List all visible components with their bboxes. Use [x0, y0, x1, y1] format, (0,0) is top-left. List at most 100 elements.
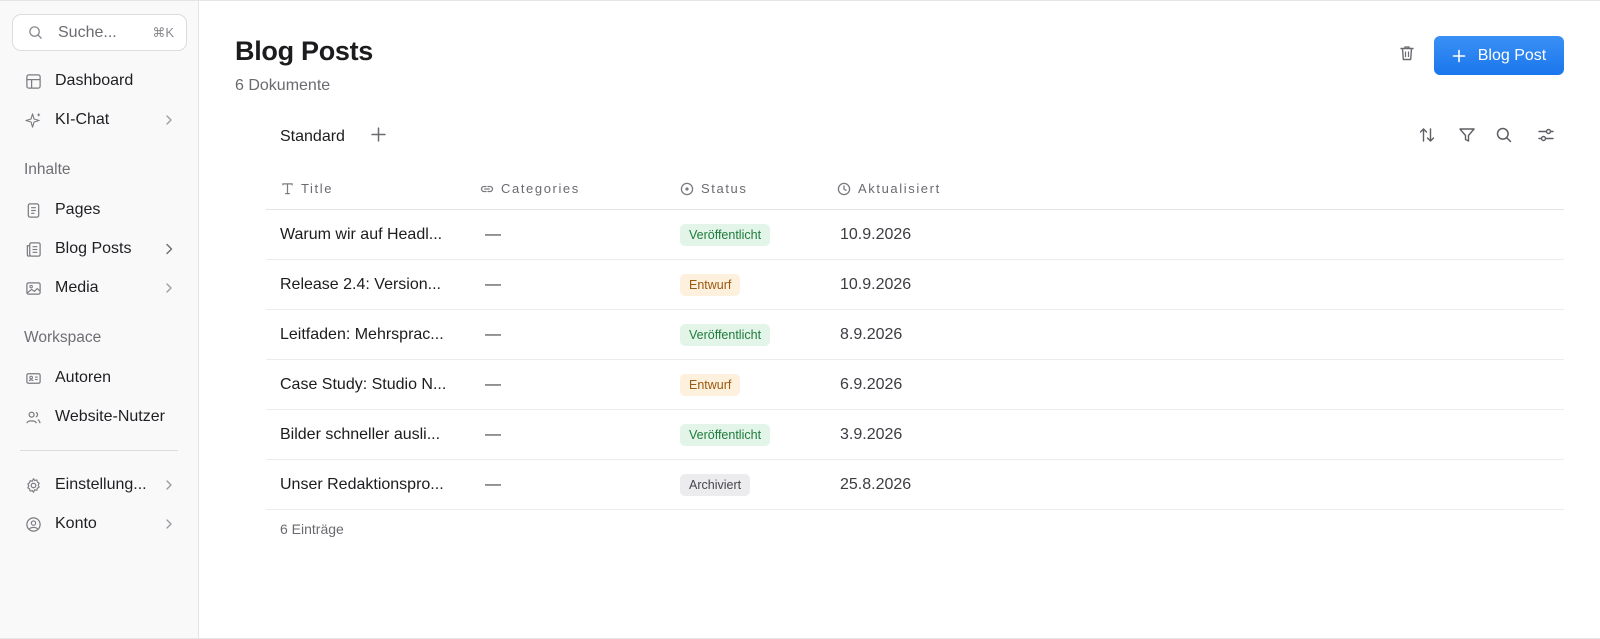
column-header-title[interactable]: Title — [280, 181, 333, 196]
cell-status: Veröffentlicht — [680, 310, 771, 359]
cell-categories: — — [485, 425, 501, 443]
filter-button[interactable] — [1457, 127, 1477, 147]
cell-status: Veröffentlicht — [680, 210, 771, 259]
sidebar: Suche... ⌘K Dashboard KI-Chat Inhalte Pa… — [0, 1, 199, 638]
sidebar-item-website-nutzer[interactable]: Website-Nutzer — [12, 400, 187, 434]
cell-status: Entwurf — [680, 260, 741, 309]
cell-status: Entwurf — [680, 360, 741, 409]
table-row[interactable]: Warum wir auf Headl... — Veröffentlicht … — [266, 210, 1564, 260]
users-icon — [24, 408, 42, 426]
column-header-label: Categories — [501, 181, 580, 196]
sidebar-item-label: Blog Posts — [55, 240, 132, 257]
sidebar-item-konto[interactable]: Konto — [12, 507, 187, 541]
column-header-aktualisiert[interactable]: Aktualisiert — [837, 181, 941, 196]
plus-icon — [1452, 49, 1466, 63]
sparkle-icon — [24, 111, 42, 129]
sidebar-divider — [20, 450, 178, 451]
add-view-button[interactable] — [369, 127, 387, 147]
sliders-icon — [1537, 126, 1555, 149]
cell-title: Warum wir auf Headl... — [280, 225, 443, 243]
add-blog-post-button[interactable]: Blog Post — [1434, 36, 1564, 75]
sidebar-section-inhalte: Inhalte — [24, 161, 71, 178]
page-title: Blog Posts — [235, 36, 374, 66]
cell-title: Case Study: Studio N... — [280, 375, 447, 393]
column-header-status[interactable]: Status — [680, 181, 747, 196]
cell-categories: — — [485, 375, 501, 393]
sidebar-item-label: KI-Chat — [55, 111, 110, 128]
sidebar-item-label: Einstellung... — [55, 476, 147, 493]
cell-status: Archiviert — [680, 460, 751, 509]
user-circle-icon — [24, 515, 42, 533]
cell-title: Leitfaden: Mehrsprac... — [280, 325, 444, 343]
cell-categories: — — [485, 475, 501, 493]
cell-updated: 25.8.2026 — [840, 475, 912, 493]
sidebar-item-pages[interactable]: Pages — [12, 193, 187, 227]
status-badge: Veröffentlicht — [680, 223, 771, 246]
search-placeholder: Suche... — [58, 23, 117, 41]
dashboard-icon — [24, 72, 42, 90]
sidebar-item-dashboard[interactable]: Dashboard — [12, 64, 187, 98]
sidebar-item-blog-posts[interactable]: Blog Posts — [12, 232, 187, 266]
entry-count: 6 Einträge — [280, 521, 344, 537]
cell-title: Bilder schneller ausli... — [280, 425, 441, 443]
cell-updated: 6.9.2026 — [840, 375, 903, 393]
search-icon — [27, 25, 43, 41]
chevron-right-icon — [163, 282, 175, 294]
cell-updated: 3.9.2026 — [840, 425, 903, 443]
status-badge: Entwurf — [680, 373, 741, 396]
table-row[interactable]: Bilder schneller ausli... — Veröffentlic… — [266, 410, 1564, 460]
top-border — [0, 0, 1600, 1]
plus-icon — [370, 127, 386, 147]
blog-icon — [24, 240, 42, 258]
image-icon — [24, 279, 42, 297]
table-search-button[interactable] — [1494, 127, 1514, 147]
cell-categories: — — [485, 325, 501, 343]
chevron-right-icon — [163, 518, 175, 530]
blog-posts-table: Title Categories Status Aktualisiert War… — [266, 168, 1564, 510]
search-shortcut: ⌘K — [152, 24, 174, 40]
column-header-label: Status — [701, 181, 748, 196]
sidebar-item-einstellungen[interactable]: Einstellung... — [12, 468, 187, 502]
cell-categories: — — [485, 225, 501, 243]
chevron-right-icon — [163, 479, 175, 491]
status-badge: Entwurf — [680, 273, 741, 296]
document-count: 6 Dokumente — [235, 77, 331, 94]
search-icon — [1495, 126, 1513, 149]
sidebar-item-label: Media — [55, 279, 99, 296]
sort-button[interactable] — [1417, 127, 1437, 147]
view-settings-button[interactable] — [1536, 127, 1556, 147]
sort-icon — [1418, 126, 1436, 149]
table-row[interactable]: Leitfaden: Mehrsprac... — Veröffentlicht… — [266, 310, 1564, 360]
cell-categories: — — [485, 275, 501, 293]
search-input[interactable]: Suche... ⌘K — [12, 14, 187, 51]
trash-icon — [1398, 44, 1416, 67]
delete-button[interactable] — [1396, 44, 1418, 66]
filter-icon — [1458, 126, 1476, 149]
cell-title: Release 2.4: Version... — [280, 275, 441, 293]
cell-updated: 10.9.2026 — [840, 275, 912, 293]
sidebar-item-autoren[interactable]: Autoren — [12, 361, 187, 395]
cell-title: Unser Redaktionspro... — [280, 475, 444, 493]
sidebar-item-label: Pages — [55, 201, 101, 218]
clock-icon — [837, 182, 851, 196]
tab-standard[interactable]: Standard — [280, 128, 345, 146]
column-header-label: Aktualisiert — [858, 181, 941, 196]
cell-status: Veröffentlicht — [680, 410, 771, 459]
table-row[interactable]: Release 2.4: Version... — Entwurf 10.9.2… — [266, 260, 1564, 310]
table-row[interactable]: Case Study: Studio N... — Entwurf 6.9.20… — [266, 360, 1564, 410]
link-icon — [480, 182, 494, 196]
text-type-icon — [280, 182, 294, 196]
status-badge: Archiviert — [680, 473, 751, 496]
status-badge: Veröffentlicht — [680, 323, 771, 346]
status-badge: Veröffentlicht — [680, 423, 771, 446]
sidebar-item-ki-chat[interactable]: KI-Chat — [12, 103, 187, 137]
sidebar-item-media[interactable]: Media — [12, 271, 187, 305]
cell-updated: 10.9.2026 — [840, 225, 912, 243]
column-header-categories[interactable]: Categories — [480, 181, 580, 196]
add-blog-post-label: Blog Post — [1477, 46, 1547, 64]
table-row[interactable]: Unser Redaktionspro... — Archiviert 25.8… — [266, 460, 1564, 510]
gear-icon — [24, 476, 42, 494]
page-icon — [24, 201, 42, 219]
sidebar-item-label: Website-Nutzer — [55, 408, 165, 425]
sidebar-item-label: Autoren — [55, 369, 112, 386]
